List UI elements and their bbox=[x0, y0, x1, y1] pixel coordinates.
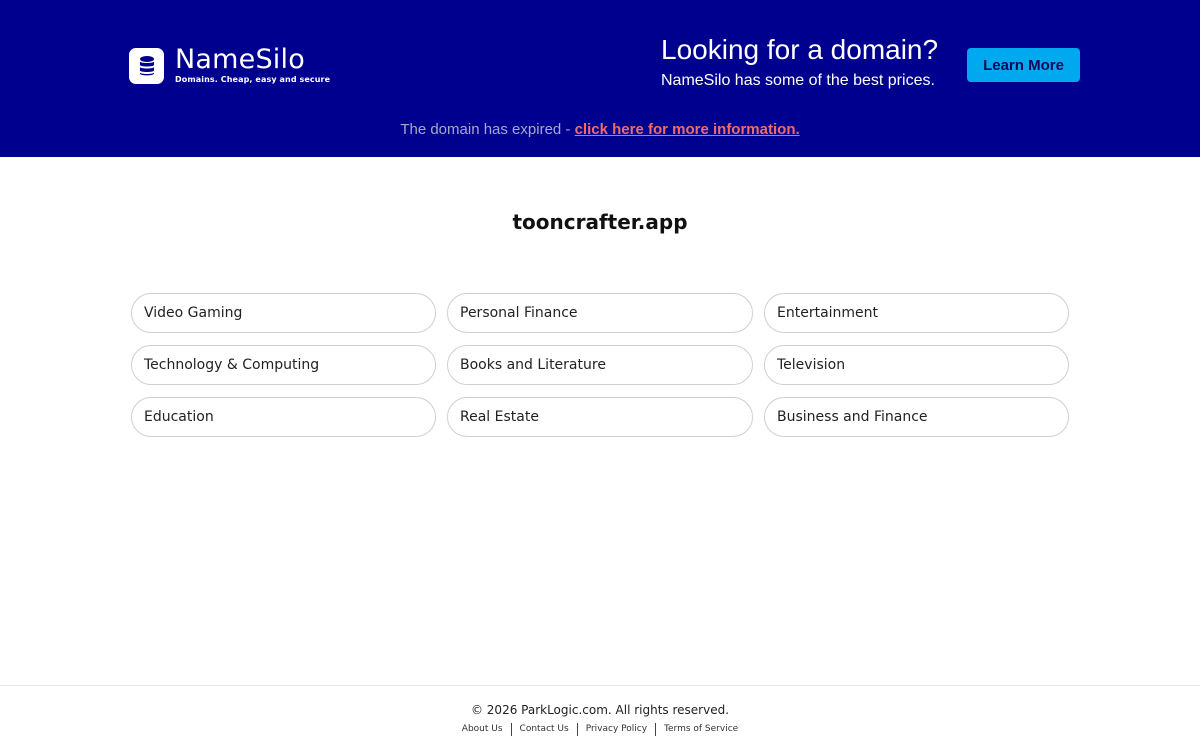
namesilo-logo[interactable]: NameSilo Domains. Cheap, easy and secure bbox=[129, 46, 330, 85]
promo-subtitle: NameSilo has some of the best prices. bbox=[661, 72, 935, 89]
category-books-literature[interactable]: Books and Literature bbox=[447, 345, 753, 385]
domain-name-heading: tooncrafter.app bbox=[512, 210, 688, 234]
category-grid: Video Gaming Personal Finance Entertainm… bbox=[131, 293, 1069, 437]
database-icon bbox=[129, 47, 164, 84]
category-personal-finance[interactable]: Personal Finance bbox=[447, 293, 753, 333]
logo-tagline: Domains. Cheap, easy and secure bbox=[175, 75, 331, 84]
expired-text: The domain has expired - bbox=[400, 121, 575, 138]
expired-notice: The domain has expired - click here for … bbox=[0, 121, 1200, 139]
category-television[interactable]: Television bbox=[764, 345, 1069, 385]
logo-name: NameSilo bbox=[175, 44, 305, 75]
footer: © 2026 ParkLogic.com. All rights reserve… bbox=[0, 685, 1200, 750]
terms-of-service-link[interactable]: Terms of Service bbox=[656, 722, 746, 736]
promo-title: Looking for a domain? bbox=[661, 34, 939, 65]
category-video-gaming[interactable]: Video Gaming bbox=[131, 293, 436, 333]
category-technology-computing[interactable]: Technology & Computing bbox=[131, 345, 436, 385]
more-information-link[interactable]: click here for more information. bbox=[575, 121, 800, 138]
logo-text: NameSilo Domains. Cheap, easy and secure bbox=[175, 46, 330, 85]
category-real-estate[interactable]: Real Estate bbox=[447, 397, 753, 437]
copyright-text: © 2026 ParkLogic.com. All rights reserve… bbox=[470, 703, 730, 717]
category-business-finance[interactable]: Business and Finance bbox=[764, 397, 1069, 437]
contact-us-link[interactable]: Contact Us bbox=[512, 722, 577, 736]
category-entertainment[interactable]: Entertainment bbox=[764, 293, 1069, 333]
about-us-link[interactable]: About Us bbox=[454, 722, 511, 736]
privacy-policy-link[interactable]: Privacy Policy bbox=[578, 722, 655, 736]
top-banner: NameSilo Domains. Cheap, easy and secure… bbox=[0, 0, 1200, 157]
footer-links: About Us Contact Us Privacy Policy Terms… bbox=[0, 722, 1200, 736]
category-education[interactable]: Education bbox=[131, 397, 436, 437]
learn-more-button[interactable]: Learn More bbox=[967, 48, 1080, 82]
